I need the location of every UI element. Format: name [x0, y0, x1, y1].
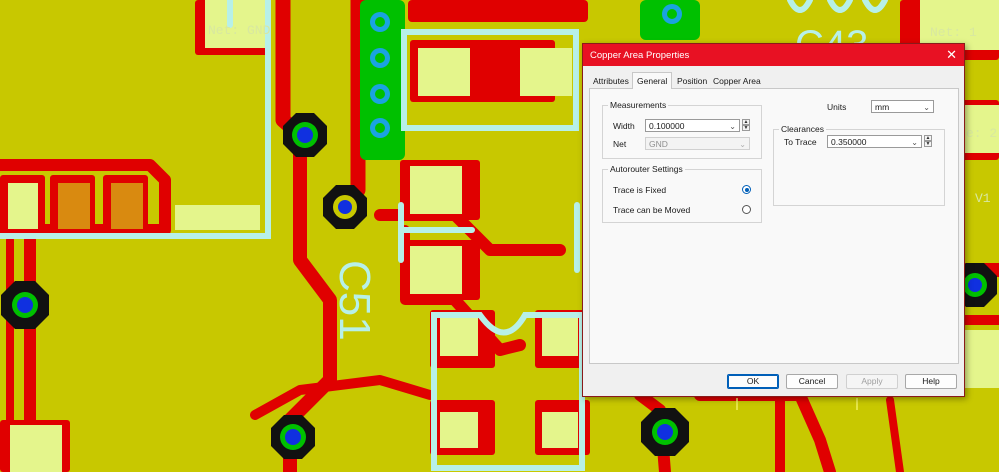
to-trace-field[interactable]: 0.350000 ⌄	[827, 135, 922, 148]
chevron-down-icon[interactable]: ⌄	[729, 120, 736, 133]
tab-general[interactable]: General	[632, 72, 673, 89]
autorouter-legend: Autorouter Settings	[608, 164, 685, 174]
spin-down-icon[interactable]: ▼	[924, 141, 932, 147]
copper-area-properties-dialog: Copper Area Properties ✕ Attributes Gene…	[582, 43, 965, 397]
width-spinner[interactable]: ▲ ▼	[742, 119, 750, 132]
close-icon[interactable]: ✕	[946, 47, 957, 63]
silk-net-gnd: Net: GND	[208, 23, 271, 38]
to-trace-spinner[interactable]: ▲ ▼	[924, 135, 932, 148]
help-button[interactable]: Help	[905, 374, 957, 389]
spin-down-icon[interactable]: ▼	[742, 125, 750, 131]
units-value: mm	[875, 102, 890, 112]
units-label: Units	[827, 102, 847, 112]
ok-button[interactable]: OK	[727, 374, 779, 389]
silk-ref-c51: C51	[330, 260, 379, 341]
clearances-group: Clearances To Trace 0.350000 ⌄ ▲ ▼	[773, 124, 945, 206]
tab-position[interactable]: Position	[673, 74, 711, 88]
trace-movable-label[interactable]: Trace can be Moved	[613, 205, 690, 215]
trace-fixed-label[interactable]: Trace is Fixed	[613, 185, 666, 195]
silk-edge-e2: e: 2	[966, 126, 997, 141]
to-trace-value: 0.350000	[831, 137, 867, 147]
chevron-down-icon[interactable]: ⌄	[923, 101, 930, 114]
tab-attributes[interactable]: Attributes	[589, 74, 633, 88]
measurements-group: Measurements Width 0.100000 ⌄ ▲ ▼ Net GN…	[602, 100, 762, 159]
cancel-button[interactable]: Cancel	[786, 374, 838, 389]
autorouter-group: Autorouter Settings Trace is Fixed Trace…	[602, 164, 762, 223]
net-value: GND	[649, 139, 668, 149]
apply-button[interactable]: Apply	[846, 374, 898, 389]
width-label: Width	[613, 121, 635, 131]
chevron-down-icon[interactable]: ⌄	[911, 136, 918, 149]
silk-edge-v1: V1	[975, 191, 991, 206]
trace-fixed-radio[interactable]	[742, 185, 751, 194]
width-field[interactable]: 0.100000 ⌄	[645, 119, 740, 132]
silk-net-1: Net: 1	[930, 25, 977, 40]
dialog-titlebar[interactable]: Copper Area Properties ✕	[583, 44, 964, 66]
tab-copper-area[interactable]: Copper Area	[709, 74, 765, 88]
dialog-title: Copper Area Properties	[590, 50, 690, 61]
measurements-legend: Measurements	[608, 100, 669, 110]
chevron-down-icon: ⌄	[739, 140, 746, 149]
units-select[interactable]: mm ⌄	[871, 100, 934, 113]
net-label: Net	[613, 139, 627, 149]
width-value: 0.100000	[649, 121, 685, 131]
trace-movable-radio[interactable]	[742, 205, 751, 214]
general-tab-panel: Measurements Width 0.100000 ⌄ ▲ ▼ Net GN…	[589, 88, 959, 364]
clearances-legend: Clearances	[779, 124, 826, 134]
net-select: GND ⌄	[645, 137, 750, 150]
to-trace-label: To Trace	[784, 137, 817, 147]
